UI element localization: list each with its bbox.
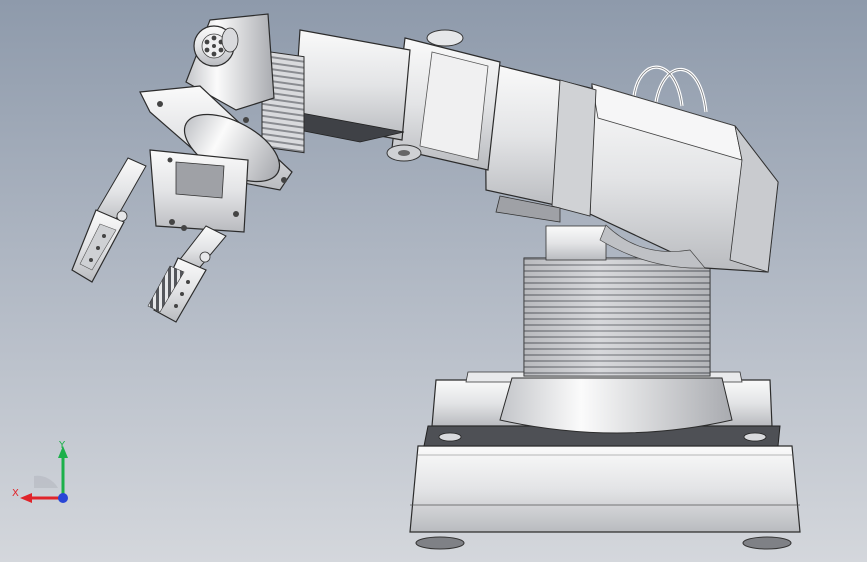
cad-viewport[interactable]: Y X xyxy=(0,0,867,562)
axis-triad: Y X xyxy=(12,440,68,503)
x-axis-head xyxy=(20,493,32,503)
column-bracket xyxy=(545,225,607,261)
base-lower-box xyxy=(409,445,801,533)
x-axis-label: X xyxy=(12,488,19,499)
elbow-pin-top xyxy=(426,29,464,47)
forearm xyxy=(261,29,411,154)
base-assembly xyxy=(409,371,801,550)
gripper xyxy=(71,149,249,323)
foot-left xyxy=(415,536,465,550)
upper-arm xyxy=(386,29,597,223)
turntable xyxy=(499,377,733,434)
triad-plane xyxy=(34,475,58,488)
robot-arm-model xyxy=(71,13,801,550)
shoulder-servo xyxy=(589,83,779,273)
z-axis-dot xyxy=(58,493,68,503)
y-axis-label: Y xyxy=(58,440,66,451)
foot-right xyxy=(742,536,792,550)
